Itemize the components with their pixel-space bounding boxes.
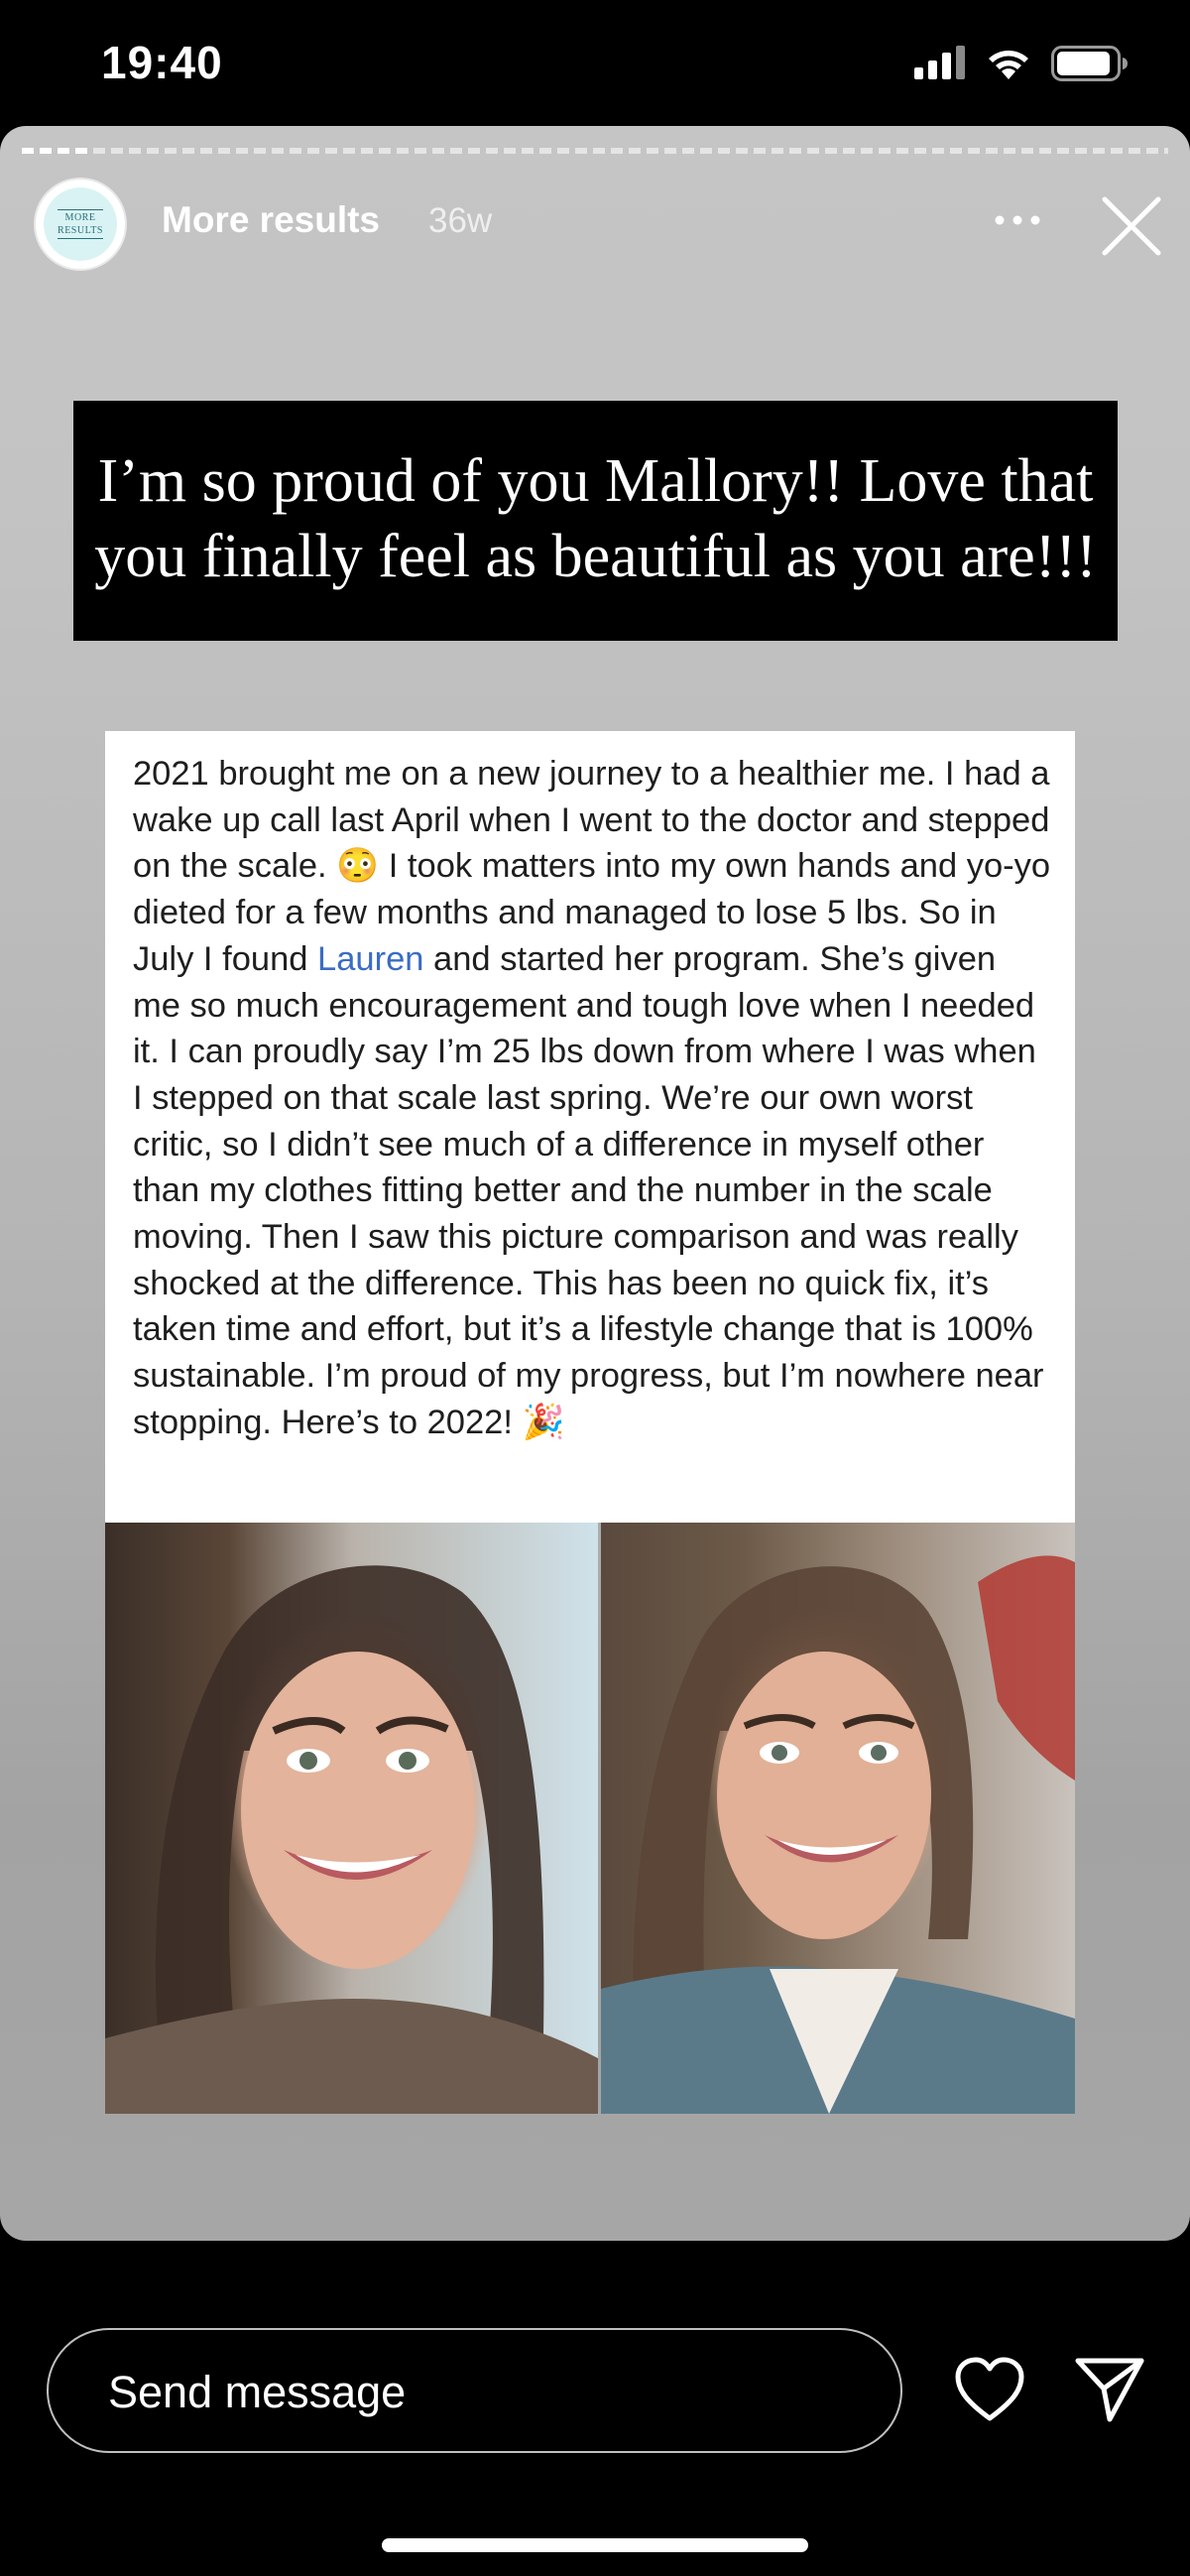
avatar[interactable]: MORE RESULTS <box>34 178 127 271</box>
status-time: 19:40 <box>101 37 223 88</box>
close-icon[interactable] <box>1097 191 1166 261</box>
shared-post-card: 2021 brought me on a new journey to a he… <box>105 731 1075 1523</box>
story-caption: I’m so proud of you Mallory!! Love that … <box>73 401 1118 641</box>
after-photo <box>601 1523 1075 2114</box>
status-bar: 19:40 <box>0 0 1190 127</box>
heart-icon[interactable] <box>954 2357 1025 2422</box>
avatar-text-line1: MORE <box>64 212 96 223</box>
post-text: 2021 brought me on a new journey to a he… <box>133 751 1051 1446</box>
caption-text: I’m so proud of you Mallory!! Love that … <box>94 447 1097 590</box>
progress-fill <box>22 148 91 154</box>
avatar-divider <box>58 238 103 239</box>
after-photo-illustration <box>601 1555 1075 2114</box>
home-indicator[interactable] <box>382 2538 808 2552</box>
more-options-icon[interactable] <box>988 205 1047 235</box>
before-photo <box>105 1523 598 2114</box>
lauren-mention-link[interactable]: Lauren <box>317 940 423 978</box>
send-message-input[interactable]: Send message <box>47 2328 902 2453</box>
avatar-divider <box>58 209 103 210</box>
cellular-signal-icon <box>914 46 965 79</box>
comparison-photos <box>105 1523 1075 2114</box>
story-timestamp: 36w <box>428 201 493 240</box>
battery-icon <box>1051 46 1128 81</box>
story-username[interactable]: More results <box>162 199 380 241</box>
story-viewer[interactable]: MORE RESULTS More results 36w I’m so pro… <box>0 126 1190 2241</box>
before-photo-illustration <box>105 1565 598 2114</box>
send-message-placeholder: Send message <box>108 2367 407 2417</box>
progress-track <box>22 148 1168 154</box>
post-text-end: and started her program. She’s given me … <box>133 939 1044 1441</box>
wifi-icon <box>989 51 1028 79</box>
story-progress-bar <box>22 148 1168 154</box>
avatar-text-line2: RESULTS <box>58 225 103 236</box>
paper-plane-icon[interactable] <box>1074 2356 1145 2423</box>
